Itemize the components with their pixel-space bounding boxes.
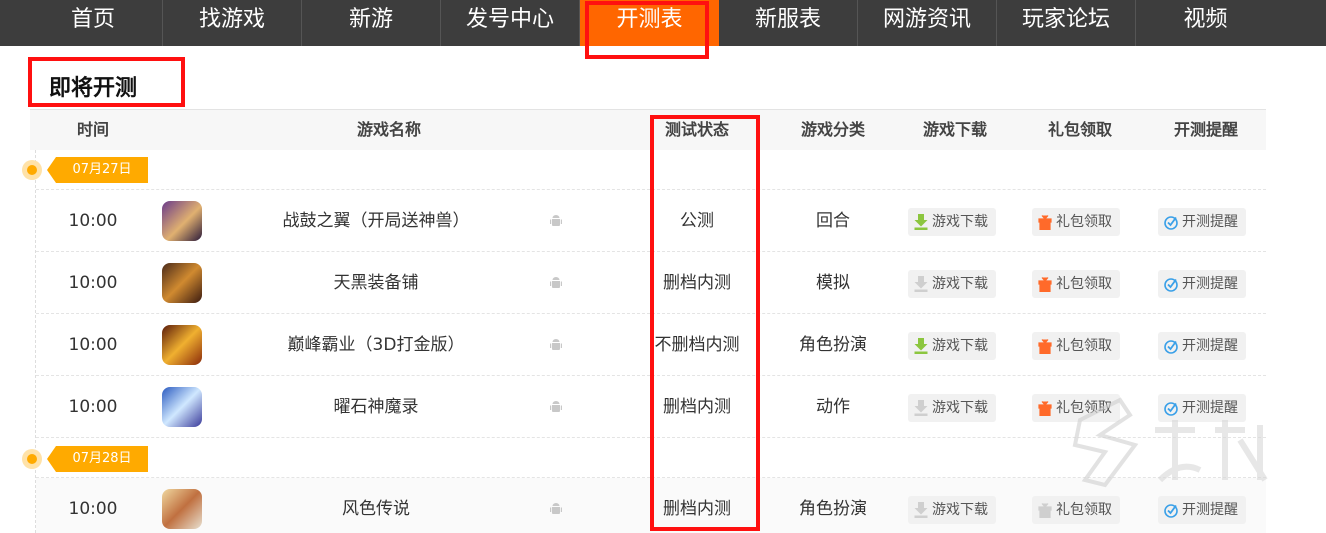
table-row: 10:00 巅峰霸业（3D打金版） 不删档内测 角色扮演 游戏下载 礼包领取 开… bbox=[36, 314, 1266, 376]
android-icon bbox=[550, 503, 562, 514]
remind-label: 开测提醒 bbox=[1182, 502, 1238, 518]
android-icon bbox=[550, 401, 562, 412]
table-header: 时间 游戏名称 测试状态 游戏分类 游戏下载 礼包领取 开测提醒 bbox=[30, 110, 1266, 150]
download-icon bbox=[914, 214, 928, 230]
gift-button[interactable]: 礼包领取 bbox=[1032, 332, 1120, 360]
download-label: 游戏下载 bbox=[932, 214, 988, 230]
game-icon[interactable] bbox=[162, 263, 202, 303]
android-icon bbox=[550, 339, 562, 350]
row-status: 删档内测 bbox=[663, 397, 731, 417]
remind-label: 开测提醒 bbox=[1182, 338, 1238, 354]
nav-item-home[interactable]: 首页 bbox=[24, 0, 163, 46]
remind-label: 开测提醒 bbox=[1182, 276, 1238, 292]
row-time: 10:00 bbox=[68, 499, 118, 519]
gift-icon bbox=[1038, 277, 1052, 292]
remind-button[interactable]: 开测提醒 bbox=[1158, 496, 1246, 524]
row-time: 10:00 bbox=[68, 397, 118, 417]
top-nav: 首页 找游戏 新游 发号中心 开测表 新服表 网游资讯 玩家论坛 视频 bbox=[0, 0, 1326, 46]
gift-icon bbox=[1038, 503, 1052, 518]
gift-button[interactable]: 礼包领取 bbox=[1032, 270, 1120, 298]
nav-item-gift-center[interactable]: 发号中心 bbox=[441, 0, 580, 46]
header-remind: 开测提醒 bbox=[1173, 120, 1238, 139]
game-icon[interactable] bbox=[162, 489, 202, 529]
game-name-link[interactable]: 战鼓之翼（开局送神兽） bbox=[236, 190, 516, 252]
header-category: 游戏分类 bbox=[800, 120, 865, 139]
download-label: 游戏下载 bbox=[932, 502, 988, 518]
download-icon bbox=[914, 400, 928, 416]
table-row: 10:00 战鼓之翼（开局送神兽） 公测 回合 游戏下载 礼包领取 开测提醒 bbox=[36, 190, 1266, 252]
download-button[interactable]: 游戏下载 bbox=[908, 496, 996, 524]
download-button[interactable]: 游戏下载 bbox=[908, 332, 996, 360]
row-category: 角色扮演 bbox=[799, 335, 867, 355]
row-category: 动作 bbox=[816, 397, 850, 417]
date-tag: 07月27日 bbox=[47, 157, 148, 183]
download-label: 游戏下载 bbox=[932, 338, 988, 354]
remind-button[interactable]: 开测提醒 bbox=[1158, 270, 1246, 298]
check-circle-icon bbox=[1164, 340, 1178, 354]
nav-item-forum[interactable]: 玩家论坛 bbox=[997, 0, 1136, 46]
download-label: 游戏下载 bbox=[932, 400, 988, 416]
section-title: 即将开测 bbox=[49, 76, 138, 101]
header-gift: 礼包领取 bbox=[1047, 120, 1112, 139]
download-icon bbox=[914, 338, 928, 354]
gift-label: 礼包领取 bbox=[1056, 276, 1112, 292]
game-name-link[interactable]: 风色传说 bbox=[236, 478, 516, 533]
check-circle-icon bbox=[1164, 216, 1178, 230]
android-icon bbox=[550, 277, 562, 288]
gift-label: 礼包领取 bbox=[1056, 214, 1112, 230]
header-status: 测试状态 bbox=[664, 120, 729, 139]
download-label: 游戏下载 bbox=[932, 276, 988, 292]
table-row: 10:00 天黑装备铺 删档内测 模拟 游戏下载 礼包领取 开测提醒 bbox=[36, 252, 1266, 314]
game-name-link[interactable]: 巅峰霸业（3D打金版） bbox=[236, 314, 516, 376]
download-icon bbox=[914, 276, 928, 292]
header-name: 游戏名称 bbox=[356, 120, 421, 139]
gift-icon bbox=[1038, 401, 1052, 416]
header-time: 时间 bbox=[76, 120, 109, 139]
android-icon bbox=[550, 215, 562, 226]
date-dot bbox=[22, 160, 42, 180]
watermark-logo bbox=[1072, 397, 1268, 488]
download-icon bbox=[914, 502, 928, 518]
gift-icon bbox=[1038, 215, 1052, 230]
nav-item-new-servers[interactable]: 新服表 bbox=[719, 0, 858, 46]
check-circle-icon bbox=[1164, 278, 1178, 292]
row-status: 删档内测 bbox=[663, 499, 731, 519]
row-status: 不删档内测 bbox=[654, 335, 740, 355]
row-category: 角色扮演 bbox=[799, 499, 867, 519]
header-download: 游戏下载 bbox=[922, 120, 987, 139]
remind-button[interactable]: 开测提醒 bbox=[1158, 208, 1246, 236]
gift-label: 礼包领取 bbox=[1056, 338, 1112, 354]
download-button[interactable]: 游戏下载 bbox=[908, 208, 996, 236]
row-time: 10:00 bbox=[68, 273, 118, 293]
remind-button[interactable]: 开测提醒 bbox=[1158, 332, 1246, 360]
row-category: 模拟 bbox=[816, 273, 850, 293]
remind-label: 开测提醒 bbox=[1182, 214, 1238, 230]
row-status: 公测 bbox=[680, 211, 714, 231]
row-status: 删档内测 bbox=[663, 273, 731, 293]
nav-item-test-schedule[interactable]: 开测表 bbox=[580, 0, 719, 46]
nav-item-news[interactable]: 网游资讯 bbox=[858, 0, 997, 46]
game-icon[interactable] bbox=[162, 325, 202, 365]
gift-icon bbox=[1038, 339, 1052, 354]
gift-button[interactable]: 礼包领取 bbox=[1032, 208, 1120, 236]
date-dot bbox=[22, 449, 42, 469]
game-icon[interactable] bbox=[162, 201, 202, 241]
gift-button[interactable]: 礼包领取 bbox=[1032, 496, 1120, 524]
game-icon[interactable] bbox=[162, 387, 202, 427]
game-name-link[interactable]: 天黑装备铺 bbox=[236, 252, 516, 314]
download-button[interactable]: 游戏下载 bbox=[908, 394, 996, 422]
check-circle-icon bbox=[1164, 504, 1178, 518]
game-name-link[interactable]: 曜石神魔录 bbox=[236, 376, 516, 438]
nav-item-find-games[interactable]: 找游戏 bbox=[163, 0, 302, 46]
row-time: 10:00 bbox=[68, 211, 118, 231]
nav-item-video[interactable]: 视频 bbox=[1136, 0, 1275, 46]
nav-item-new-games[interactable]: 新游 bbox=[302, 0, 441, 46]
download-button[interactable]: 游戏下载 bbox=[908, 270, 996, 298]
gift-label: 礼包领取 bbox=[1056, 502, 1112, 518]
row-category: 回合 bbox=[816, 211, 850, 231]
date-tag: 07月28日 bbox=[47, 446, 148, 472]
page: 首页 找游戏 新游 发号中心 开测表 新服表 网游资讯 玩家论坛 视频 即将开测… bbox=[0, 0, 1326, 533]
row-time: 10:00 bbox=[68, 335, 118, 355]
